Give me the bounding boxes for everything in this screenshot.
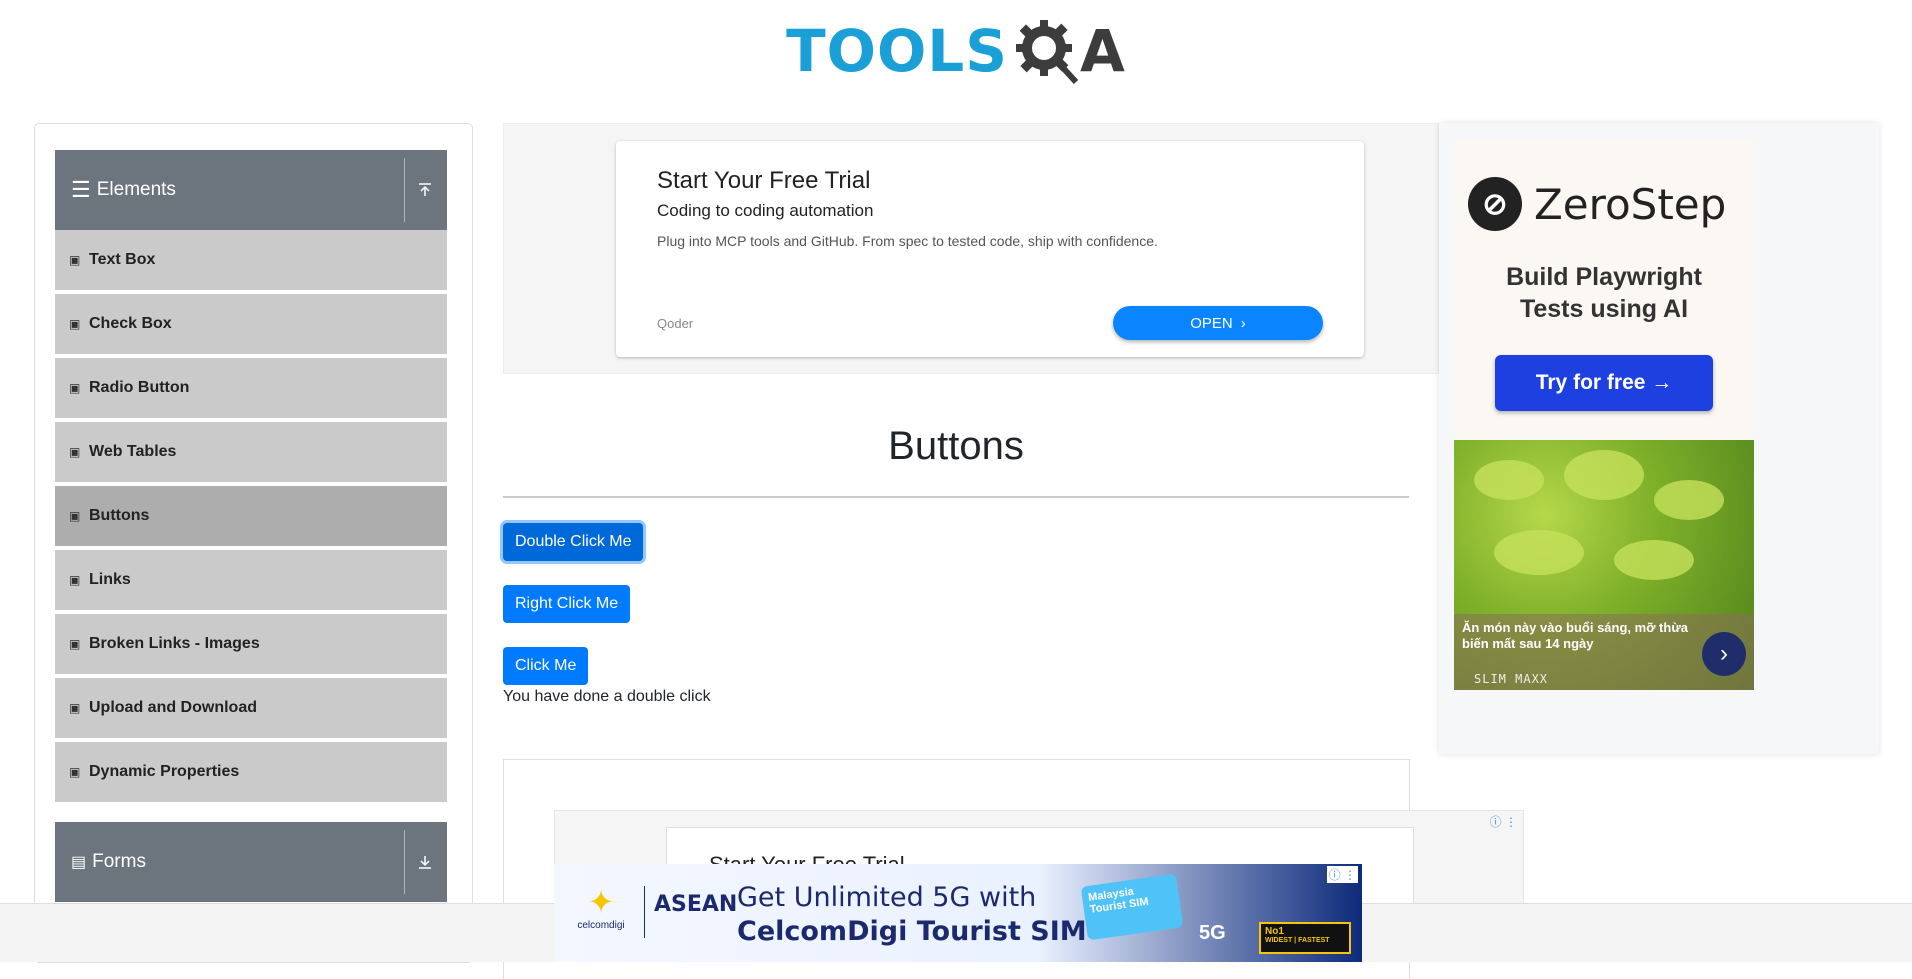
html-icon: ▣ [69,253,81,267]
ad-subtitle: Coding to coding automation [657,201,874,220]
ad-open-button[interactable]: OPEN › [1113,306,1323,340]
sidebar-item-upload-download[interactable]: ▣ Upload and Download [55,678,447,740]
sidebar-item-label: Check Box [89,315,172,332]
chevron-right-icon: › [1240,314,1246,332]
zerostep-tagline-2: Tests using AI [1519,295,1689,323]
ad-title: Start Your Free Trial [657,167,871,194]
toolsqa-logo[interactable]: TOOLS A [786,16,1126,86]
sidebar-item-label: Buttons [89,507,150,524]
zerostep-tagline-1: Build Playwright [1506,263,1702,291]
group-label-forms: Forms [92,851,146,872]
asean-logo: ASEAN [654,892,738,917]
group-header-elements[interactable]: ☰ Elements [55,150,447,230]
food-shape [1564,450,1644,500]
double-click-message: You have done a double click [503,688,711,705]
try-for-free-button[interactable]: Try for free → [1495,355,1713,411]
sidebar-item-links[interactable]: ▣ Links [55,550,447,612]
celcomdigi-logo: ✦ celcomdigi [566,884,636,931]
group-header-forms[interactable]: ▤ Forms [55,822,447,902]
logo-qa: A [1008,16,1126,86]
expand-down-icon[interactable] [411,822,439,902]
food-shape [1474,460,1544,500]
sidebar-item-text-box[interactable]: ▣ Text Box [55,230,447,292]
food-shape [1494,530,1584,575]
logo-a-text: A [1080,17,1126,85]
ad-description: Plug into MCP tools and GitHub. From spe… [657,233,1158,249]
divider [503,496,1409,498]
banner-headline: Get Unlimited 5G with [737,882,1037,913]
ad-card[interactable]: Start Your Free Trial Coding to coding a… [616,141,1364,357]
celcom-banner-ad[interactable]: ⓘ ⋮ ✦ celcomdigi ASEAN Get Unlimited 5G … [554,864,1362,962]
zerostep-brand: ZeroStep [1534,179,1727,229]
sidebar-item-label: Broken Links - Images [89,635,260,652]
site-header: TOOLS A [0,0,1912,100]
right-click-button[interactable]: Right Click Me [503,585,631,623]
document-icon: ▤ [71,854,87,871]
group-label-elements: Elements [96,179,176,200]
html-icon: ▣ [69,317,81,331]
divider [404,830,405,894]
sidebar-item-label: Dynamic Properties [89,763,240,780]
sidebar-item-radio-button[interactable]: ▣ Radio Button [55,358,447,420]
zerostep-mark-icon: ⊘ [1468,177,1522,231]
promo-caption: Ăn món này vào buổi sáng, mỡ thừa biến m… [1454,614,1754,690]
sidebar-item-broken-links[interactable]: ▣ Broken Links - Images [55,614,447,676]
5g-badge: 5G [1199,922,1226,944]
html-icon: ▣ [69,509,81,523]
click-me-button[interactable]: Click Me [503,647,589,685]
celcomdigi-brand: celcomdigi [577,920,625,931]
sim-card-image: Malaysia Tourist SIM [1080,873,1184,941]
promo-brand: SLIM MAXX [1474,672,1549,686]
adchoices-icon[interactable]: ⓘ ⋮ [1490,813,1517,830]
star-icon: ✦ [587,884,615,920]
left-sidebar: ☰ Elements ▣ Text Box ▣ Check Box ▣ Radi… [34,123,473,963]
sidebar-item-check-box[interactable]: ▣ Check Box [55,294,447,356]
sidebar-item-buttons[interactable]: ▣ Buttons [55,486,447,548]
sidebar-item-label: Radio Button [89,379,190,396]
page-title: Buttons [888,424,1024,468]
chevron-right-icon[interactable]: › [1702,632,1746,676]
banner-subheadline: CelcomDigi Tourist SIM [737,916,1087,947]
logo-tools-text: TOOLS [786,17,1008,85]
html-icon: ▣ [69,381,81,395]
food-shape [1614,540,1694,580]
ad-brand: Qoder [657,316,694,331]
adchoices-icon[interactable]: ⓘ ⋮ [1326,866,1358,883]
ad-banner-top: Start Your Free Trial Coding to coding a… [503,123,1439,374]
food-shape [1654,480,1724,520]
collapse-up-icon[interactable] [411,150,439,230]
gear-magnifier-icon [1016,20,1079,85]
double-click-button[interactable]: Double Click Me [503,523,644,561]
html-icon: ▣ [69,573,81,587]
html-icon: ▣ [69,637,81,651]
divider [404,158,405,222]
html-icon: ▣ [69,765,81,779]
promo-text: Ăn món này vào buổi sáng, mỡ thừa biến m… [1462,620,1688,651]
zerostep-logo: ⊘ ZeroStep [1468,177,1726,231]
no1-sub: WIDEST | FASTEST [1265,937,1330,944]
zerostep-ad[interactable]: ⊘ ZeroStep Build Playwright Tests using … [1454,139,1754,439]
html-icon: ▣ [69,701,81,715]
ad-open-label: OPEN [1190,314,1233,332]
sidebar-item-dynamic-properties[interactable]: ▣ Dynamic Properties [55,742,447,804]
hamburger-icon: ☰ [71,177,91,202]
sidebar-item-label: Web Tables [89,443,177,460]
sidebar-item-web-tables[interactable]: ▣ Web Tables [55,422,447,484]
html-icon: ▣ [69,445,81,459]
ad-sidebar-right: ⊘ ZeroStep Build Playwright Tests using … [1439,123,1879,754]
sidebar-item-label: Upload and Download [89,699,257,716]
no1-badge: No1 WIDEST | FASTEST [1259,922,1351,954]
promo-image-ad[interactable]: Ăn món này vào buổi sáng, mỡ thừa biến m… [1454,440,1754,690]
sidebar-item-label: Links [89,571,131,588]
sidebar-item-label: Text Box [89,251,156,268]
divider [644,886,645,938]
no1-label: No1 [1265,926,1284,937]
